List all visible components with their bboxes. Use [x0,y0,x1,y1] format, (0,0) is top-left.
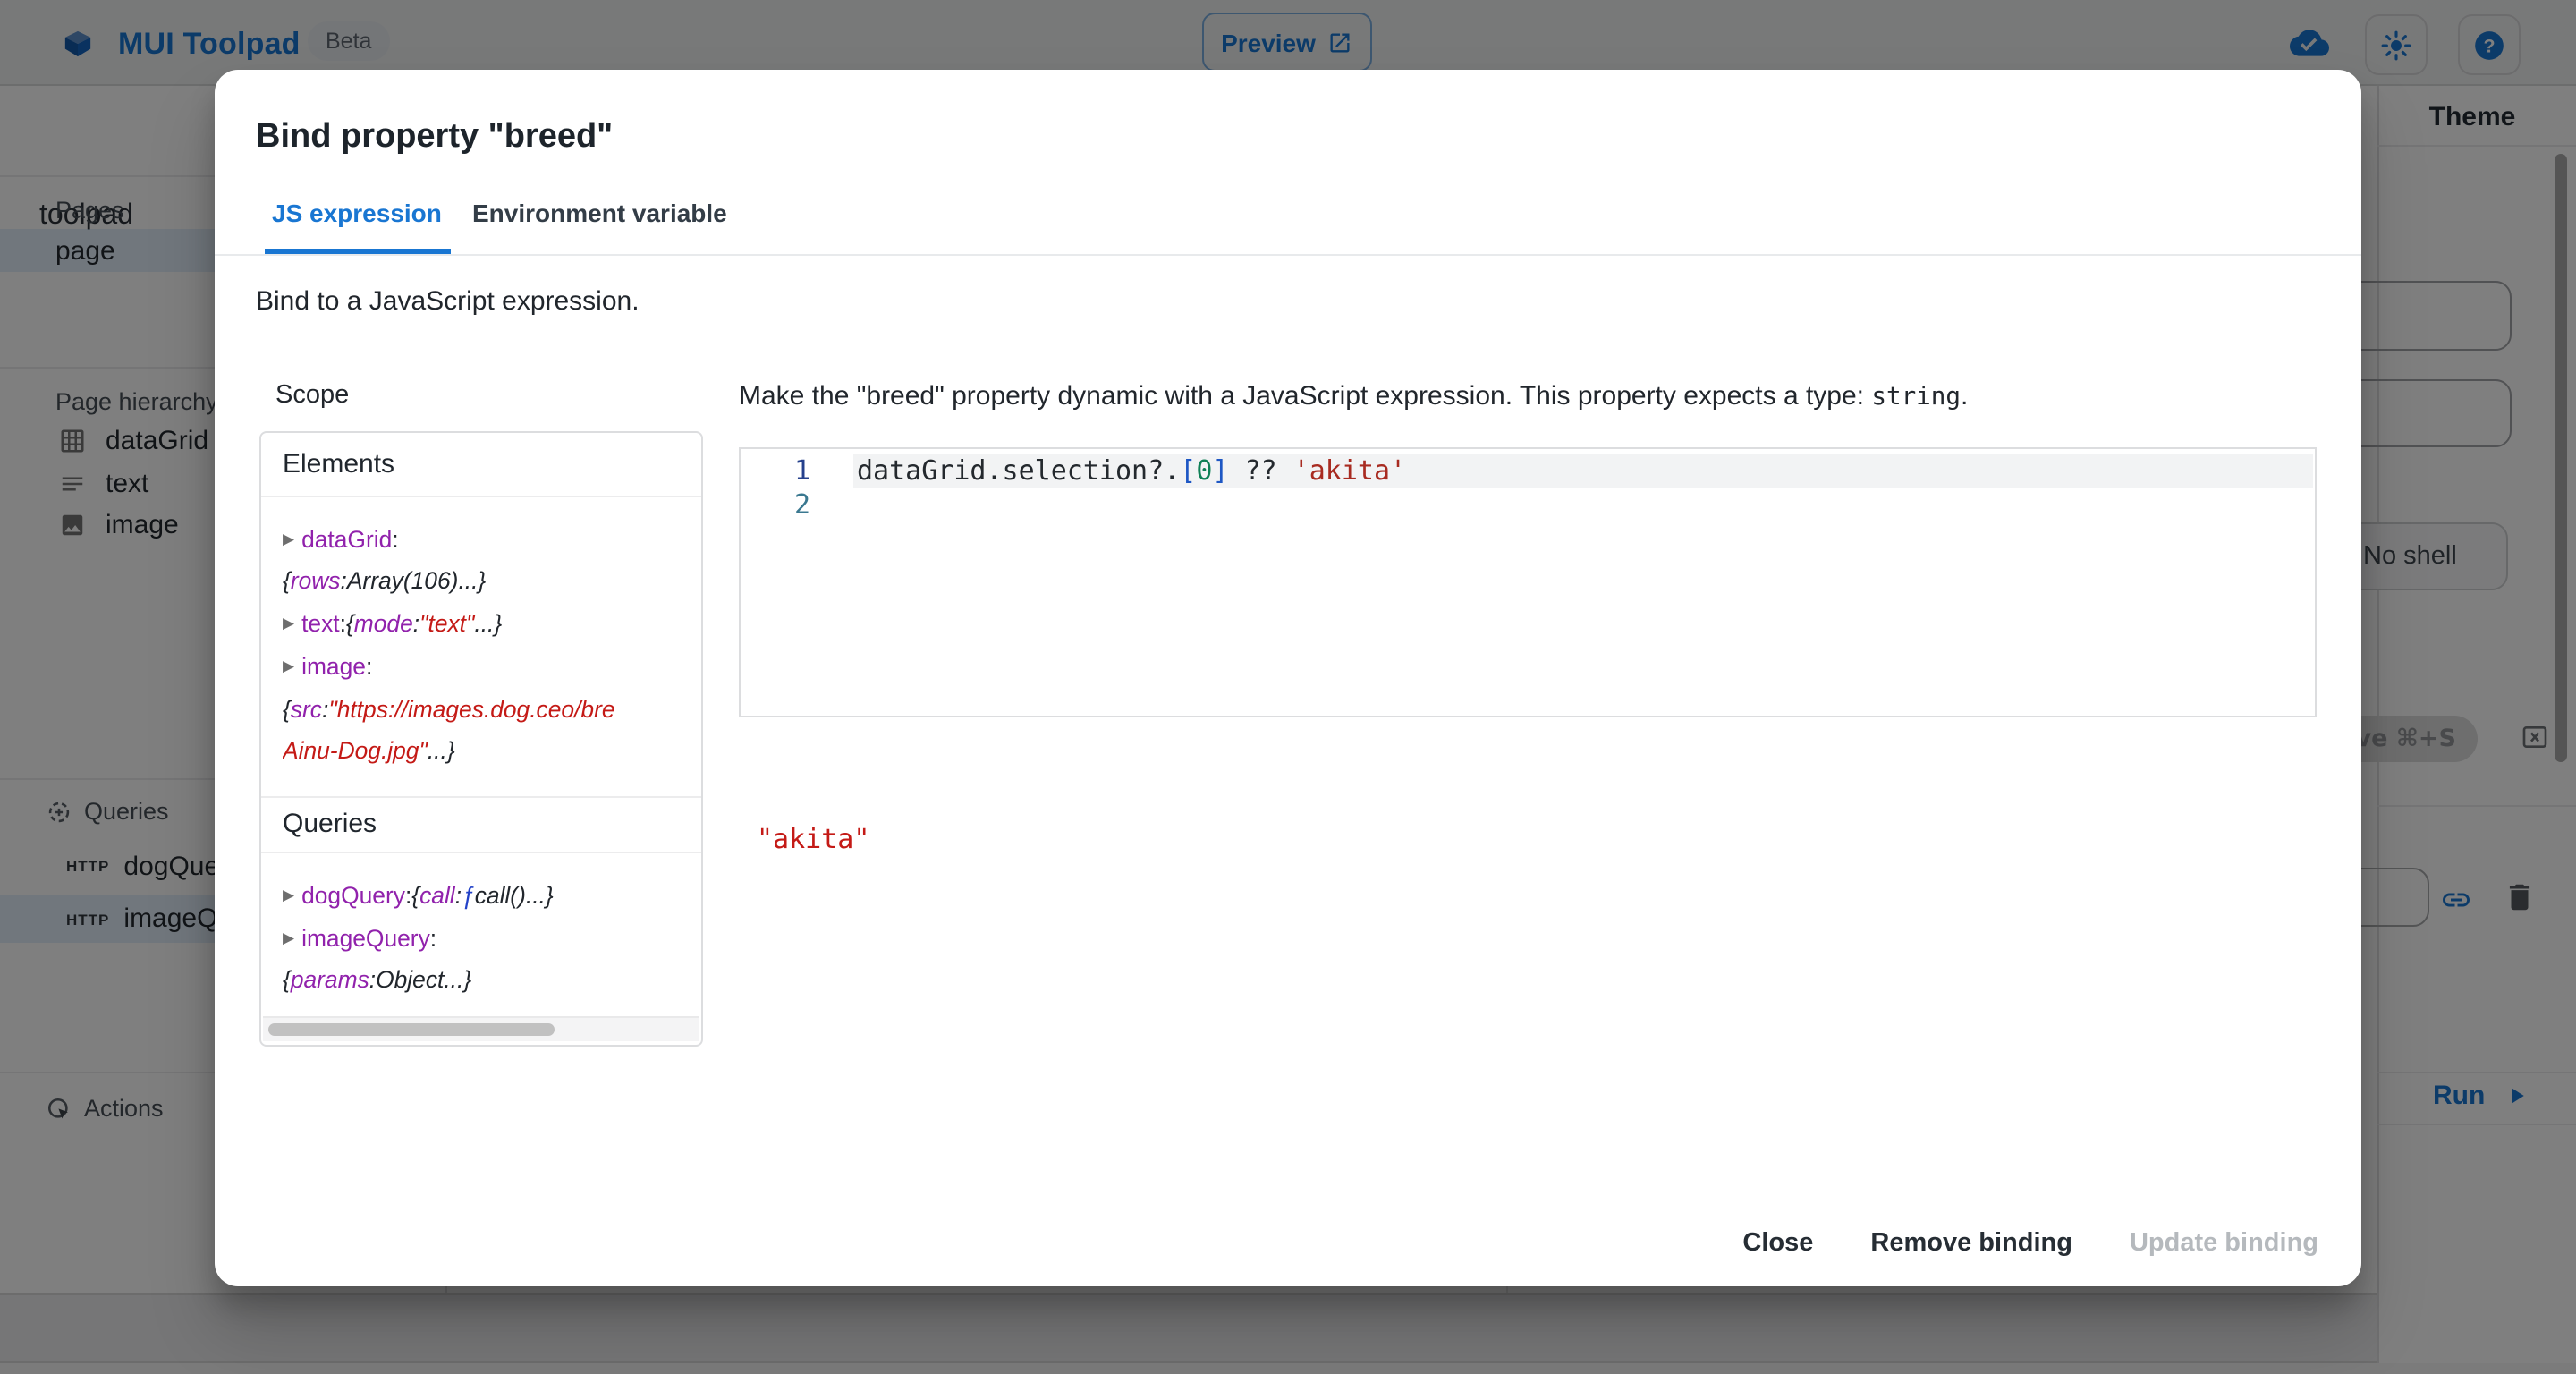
close-button[interactable]: Close [1728,1218,1827,1268]
scope-node-datagrid-preview: {rows: Array(106)...} [283,560,691,601]
scope-node-imagequery-preview: {params: Object...} [283,959,691,1000]
binding-description: Make the "breed" property dynamic with a… [739,381,1968,411]
evaluation-result: "akita" [757,823,869,855]
scope-node-imagequery[interactable]: ▶imageQuery: [283,918,691,959]
scope-section-title: Elements [283,449,394,479]
js-expression-editor[interactable]: 1 2 dataGrid.selection?.[0] ?? 'akita' [739,447,2317,717]
tab-environment-variable[interactable]: Environment variable [472,199,727,227]
line-number: 1 [741,454,810,488]
scrollbar-thumb[interactable] [268,1023,555,1036]
scope-label: Scope [275,381,349,410]
dialog-title: Bind property "breed" [256,118,613,157]
dialog-actions: Close Remove binding Update binding [1728,1218,2333,1268]
bind-property-dialog: Bind property "breed" JS expression Envi… [215,70,2361,1286]
remove-binding-button[interactable]: Remove binding [1856,1218,2087,1268]
scope-node-datagrid[interactable]: ▶dataGrid: [283,519,691,560]
tab-js-expression[interactable]: JS expression [272,199,442,227]
scope-node-dogquery[interactable]: ▶dogQuery: {call: ƒ call()...} [283,875,691,916]
scope-horizontal-scrollbar[interactable] [263,1016,699,1041]
scope-node-image[interactable]: ▶image: [283,646,691,687]
update-binding-button[interactable]: Update binding [2115,1218,2333,1268]
scope-explorer: Elements ▶dataGrid: {rows: Array(106)...… [259,431,703,1047]
scope-node-text[interactable]: ▶text: {mode: "text"...} [283,603,691,644]
scope-section-title: Queries [283,809,377,839]
line-number: 2 [741,488,810,522]
dialog-subtitle: Bind to a JavaScript expression. [256,286,640,317]
active-tab-indicator [265,249,451,253]
code-line-1[interactable]: dataGrid.selection?.[0] ?? 'akita' [857,454,1406,488]
scope-node-image-preview: {src: "https://images.dog.ceo/bre [283,689,691,730]
app-viewport: MUI Toolpad Beta Preview ? toolpad Pages [0,0,2576,1374]
scope-node-image-preview-2: Ainu-Dog.jpg"...} [283,730,691,771]
